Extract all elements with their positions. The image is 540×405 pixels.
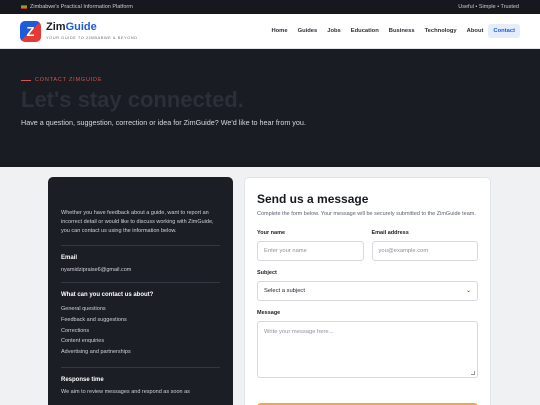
subject-row: Subject Select a subject ⌄ xyxy=(257,270,478,301)
nav-business[interactable]: Business xyxy=(384,24,420,38)
contact-info-card: Whether you have feedback about a guide,… xyxy=(48,177,233,405)
hero-subtitle: Have a question, suggestion, correction … xyxy=(21,118,306,128)
subject-label: Subject xyxy=(257,269,277,276)
message-row: Message Write your message here... xyxy=(257,310,478,378)
contact-form: Send us a message Complete the form belo… xyxy=(244,177,491,405)
list-item: Advertising and partnerships xyxy=(61,349,131,356)
zimbabwe-flag-icon xyxy=(21,5,27,9)
hero-section: CONTACT ZIMGUIDE Let's stay connected. H… xyxy=(0,49,540,167)
divider xyxy=(61,366,220,368)
form-title: Send us a message xyxy=(257,192,369,206)
name-label: Your name xyxy=(257,229,286,236)
divider xyxy=(61,282,220,284)
list-item: Content enquiries xyxy=(61,338,105,345)
message-placeholder: Write your message here... xyxy=(264,328,334,335)
brand-logo-link[interactable]: Z ZimGuide YOUR GUIDE TO ZIMBABWE & BEYO… xyxy=(20,20,138,42)
nav-guides[interactable]: Guides xyxy=(293,24,323,38)
divider xyxy=(61,245,220,247)
email-address[interactable]: nyamidzipraise6@gmail.com xyxy=(61,267,220,273)
message-field-group: Message Write your message here... xyxy=(257,310,478,378)
email-heading: Email xyxy=(61,255,78,262)
eyebrow-line xyxy=(21,79,31,81)
name-email-row: Your name Enter your name Email address … xyxy=(257,230,478,261)
top-bar-left: Zimbabwe's Practical Information Platfor… xyxy=(21,4,133,10)
subject-selected-value: Select a subject xyxy=(264,287,305,294)
form-description: Complete the form below. Your message wi… xyxy=(257,211,476,217)
nav-education[interactable]: Education xyxy=(346,24,384,38)
nav-contact[interactable]: Contact xyxy=(488,24,520,38)
resize-handle-icon[interactable] xyxy=(471,370,475,375)
main-nav: Home Guides Jobs Education Business Tech… xyxy=(266,24,520,38)
top-bar: Zimbabwe's Practical Information Platfor… xyxy=(0,0,540,14)
response-text: We aim to review messages and respond as… xyxy=(61,388,190,395)
list-item: General questions xyxy=(61,306,106,313)
chevron-down-icon: ⌄ xyxy=(465,288,471,295)
nav-about[interactable]: About xyxy=(462,24,489,38)
hero-eyebrow: CONTACT ZIMGUIDE xyxy=(21,77,519,83)
email-input[interactable]: you@example.com xyxy=(371,240,478,261)
topics-list: General questions Feedback and suggestio… xyxy=(61,304,220,358)
response-heading: Response time xyxy=(61,376,104,383)
nav-jobs[interactable]: Jobs xyxy=(322,24,346,38)
nav-home[interactable]: Home xyxy=(266,24,292,38)
platform-tagline: Zimbabwe's Practical Information Platfor… xyxy=(30,4,133,10)
name-field-group: Your name Enter your name xyxy=(257,230,364,261)
site-header: Z ZimGuide YOUR GUIDE TO ZIMBABWE & BEYO… xyxy=(0,14,540,49)
brand-name: ZimGuide xyxy=(46,21,97,33)
nav-technology[interactable]: Technology xyxy=(420,24,462,38)
topics-heading: What can you contact us about? xyxy=(61,292,154,299)
message-label: Message xyxy=(257,309,281,316)
hero-title: Let's stay connected. xyxy=(21,87,244,112)
info-intro: Whether you have feedback about a guide,… xyxy=(61,210,214,235)
list-item: Feedback and suggestions xyxy=(61,316,127,323)
subject-field-group: Subject Select a subject ⌄ xyxy=(257,270,478,301)
list-item: Corrections xyxy=(61,327,90,334)
message-textarea[interactable]: Write your message here... xyxy=(257,320,478,378)
email-label: Email address xyxy=(371,229,409,236)
logo-icon: Z xyxy=(20,20,41,42)
subject-select[interactable]: Select a subject ⌄ xyxy=(257,280,478,301)
top-bar-motto: Useful • Simple • Trusted xyxy=(458,4,519,10)
brand-tagline: YOUR GUIDE TO ZIMBABWE & BEYOND xyxy=(46,35,138,40)
name-input[interactable]: Enter your name xyxy=(257,240,364,261)
email-field-group: Email address you@example.com xyxy=(371,229,478,261)
